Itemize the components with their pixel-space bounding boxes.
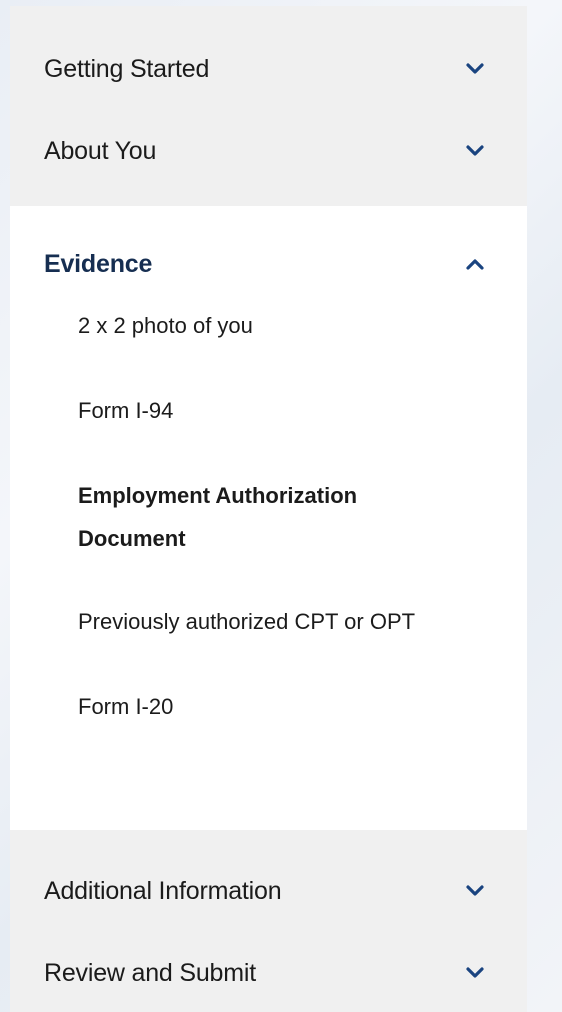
nav-group-bottom: Additional Information Review and Submit (10, 830, 527, 1012)
side-navigation: Getting Started About You Evidence 2 x 2… (10, 6, 527, 1012)
section-label: Getting Started (44, 54, 210, 83)
chevron-down-icon (465, 59, 485, 79)
evidence-sub-list: 2 x 2 photo of you Form I-94 Employment … (10, 304, 527, 728)
chevron-down-icon (465, 963, 485, 983)
sub-item-form-i94[interactable]: Form I-94 (10, 389, 527, 432)
sub-item-previously-authorized-cpt-opt[interactable]: Previously authorized CPT or OPT (10, 600, 527, 643)
chevron-up-icon (465, 254, 485, 274)
section-label: Evidence (44, 249, 153, 278)
nav-group-top: Getting Started About You (10, 6, 527, 206)
section-label: Review and Submit (44, 958, 256, 987)
section-review-and-submit[interactable]: Review and Submit (10, 932, 527, 1012)
sub-item-form-i20[interactable]: Form I-20 (10, 685, 527, 728)
section-evidence[interactable]: Evidence (10, 224, 527, 304)
section-label: About You (44, 136, 157, 165)
section-getting-started[interactable]: Getting Started (10, 28, 527, 110)
chevron-down-icon (465, 141, 485, 161)
section-about-you[interactable]: About You (10, 110, 527, 192)
nav-group-evidence: Evidence 2 x 2 photo of you Form I-94 Em… (10, 206, 527, 728)
chevron-down-icon (465, 881, 485, 901)
section-label: Additional Information (44, 876, 282, 905)
section-additional-information[interactable]: Additional Information (10, 850, 527, 932)
sub-item-employment-authorization-document[interactable]: Employment Authorization Document (10, 474, 527, 560)
sub-item-photo[interactable]: 2 x 2 photo of you (10, 304, 527, 347)
